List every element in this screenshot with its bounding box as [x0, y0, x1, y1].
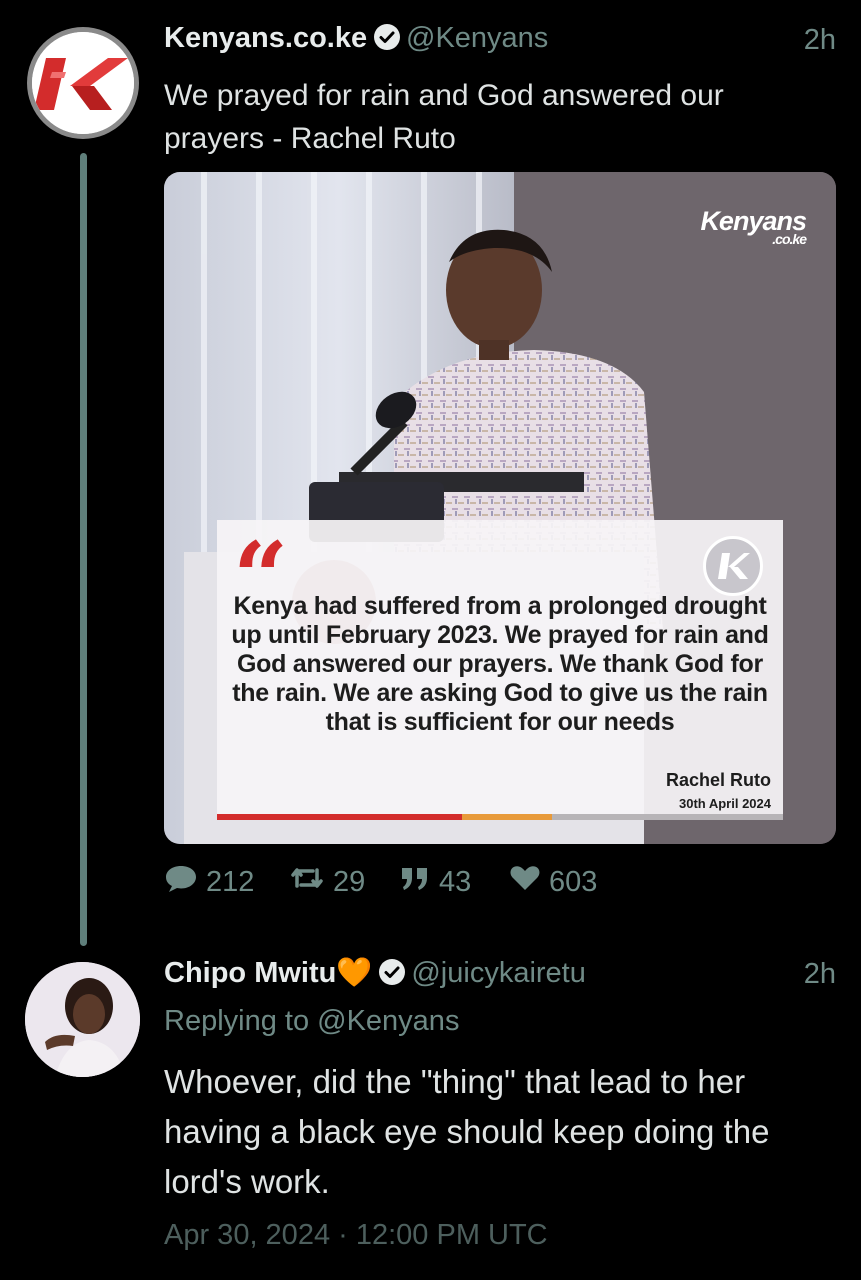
accent-bar-red — [217, 814, 462, 820]
reply-author-handle[interactable]: @juicykairetu — [411, 957, 586, 989]
quote-icon — [399, 864, 439, 900]
reply-time[interactable]: 2h — [804, 958, 836, 991]
tweet-time[interactable]: 2h — [804, 24, 836, 57]
verified-badge-icon — [377, 957, 407, 987]
kenyans-badge-icon — [703, 536, 763, 596]
reply-action[interactable]: 212 — [164, 863, 289, 901]
kenyans-avatar[interactable] — [27, 27, 139, 139]
quote-card: “ Kenya had suffered from a prolonged dr… — [217, 520, 783, 820]
reply-author-name[interactable]: Chipo Mwitu🧡 — [164, 957, 372, 989]
thread-line — [80, 153, 87, 946]
heart-icon — [509, 864, 549, 900]
quote-count: 43 — [439, 865, 472, 898]
reply-timestamp[interactable]: Apr 30, 2024 · 12:00 PM UTC — [164, 1219, 548, 1252]
quote-date: 30th April 2024 — [678, 796, 771, 811]
tweet-actions: 212 29 43 603 — [164, 862, 597, 902]
reply-header: Chipo Mwitu🧡 @juicykairetu — [164, 956, 586, 996]
reply-avatar[interactable] — [25, 962, 140, 1077]
retweet-action[interactable]: 29 — [289, 864, 399, 900]
reply-icon — [164, 863, 206, 901]
retweet-count: 29 — [333, 865, 366, 898]
author-name[interactable]: Kenyans.co.ke — [164, 22, 367, 54]
like-action[interactable]: 603 — [509, 864, 597, 900]
quote-text: Kenya had suffered from a prolonged drou… — [231, 592, 769, 736]
reply-avatar-photo — [25, 962, 140, 1077]
verified-badge-icon — [372, 22, 402, 52]
retweet-icon — [289, 864, 333, 900]
media-watermark: Kenyans .co.ke — [700, 206, 807, 247]
quote-action[interactable]: 43 — [399, 864, 509, 900]
kenyans-logo — [32, 32, 134, 134]
reply-count: 212 — [206, 865, 255, 898]
tweet-header: Kenyans.co.ke @Kenyans — [164, 22, 548, 62]
author-handle[interactable]: @Kenyans — [406, 22, 548, 54]
accent-bar-orange — [462, 814, 552, 820]
quote-author: Rachel Ruto — [665, 770, 771, 790]
tweet-media-image[interactable]: Kenyans .co.ke “ Kenya had suffered from… — [164, 172, 836, 844]
reply-text: Whoever, did the "thing" that lead to he… — [164, 1063, 770, 1200]
tweet-text: We prayed for rain and God answered our … — [164, 79, 724, 155]
like-count: 603 — [549, 865, 598, 898]
accent-bar-gray — [552, 814, 783, 820]
replying-to[interactable]: Replying to @Kenyans — [164, 1005, 459, 1038]
